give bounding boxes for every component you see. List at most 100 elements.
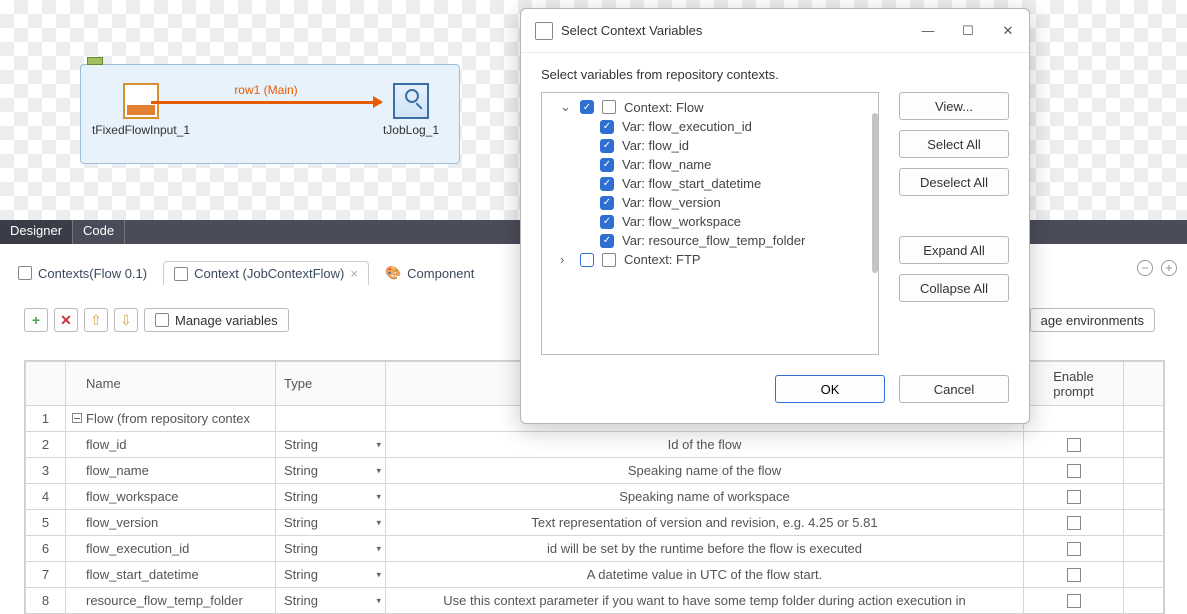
cell-name[interactable]: resource_flow_temp_folder	[66, 588, 276, 614]
cell-description[interactable]: Speaking name of the flow	[386, 458, 1024, 484]
expand-all-button[interactable]: Expand All	[899, 236, 1009, 264]
checkbox[interactable]	[1067, 464, 1081, 478]
tab-designer[interactable]: Designer	[0, 220, 73, 244]
cell-description[interactable]: Use this context parameter if you want t…	[386, 588, 1024, 614]
view-button[interactable]: View...	[899, 92, 1009, 120]
tree-var-row[interactable]: ✓Var: flow_name	[542, 155, 878, 174]
flow-node-tfixedflowinput[interactable]: tFixedFlowInput_1 row1 (Main)	[91, 83, 191, 137]
table-row[interactable]: 4flow_workspaceString▾Speaking name of w…	[26, 484, 1164, 510]
checkbox[interactable]	[1067, 568, 1081, 582]
table-row[interactable]: 7flow_start_datetimeString▾A datetime va…	[26, 562, 1164, 588]
cell-name[interactable]: flow_workspace	[66, 484, 276, 510]
cell-name[interactable]: flow_version	[66, 510, 276, 536]
move-down-button[interactable]: ⇩	[114, 308, 138, 332]
checkbox[interactable]: ✓	[600, 215, 614, 229]
checkbox[interactable]	[1067, 438, 1081, 452]
manage-variables-button[interactable]: Manage variables	[144, 308, 289, 332]
context-tree[interactable]: ⌄ ✓ Context: Flow ✓Var: flow_execution_i…	[541, 92, 879, 355]
checkbox[interactable]: ✓	[600, 139, 614, 153]
cell-name[interactable]: flow_id	[66, 432, 276, 458]
col-enable-prompt[interactable]: Enable prompt	[1024, 362, 1124, 406]
tree-var-row[interactable]: ✓Var: flow_version	[542, 193, 878, 212]
table-row[interactable]: 2flow_idString▾Id of the flow	[26, 432, 1164, 458]
dropdown-caret-icon[interactable]: ▾	[376, 439, 381, 450]
table-row[interactable]: 6flow_execution_idString▾id will be set …	[26, 536, 1164, 562]
maximize-icon[interactable]: +	[1161, 260, 1177, 276]
ok-button[interactable]: OK	[775, 375, 885, 403]
tab-contexts[interactable]: Contexts(Flow 0.1)	[8, 262, 157, 285]
close-icon[interactable]: ✕	[1001, 23, 1015, 39]
chevron-right-icon[interactable]: ›	[560, 252, 572, 267]
cell-description[interactable]: id will be set by the runtime before the…	[386, 536, 1024, 562]
checkbox[interactable]	[1067, 542, 1081, 556]
dropdown-caret-icon[interactable]: ▾	[376, 465, 381, 476]
remove-button[interactable]: ✕	[54, 308, 78, 332]
checkbox[interactable]: ✓	[600, 158, 614, 172]
cell-type[interactable]: String▾	[276, 458, 386, 484]
table-row[interactable]: 3flow_nameString▾Speaking name of the fl…	[26, 458, 1164, 484]
tree-var-row[interactable]: ✓Var: resource_flow_temp_folder	[542, 231, 878, 250]
cell-description[interactable]: Speaking name of workspace	[386, 484, 1024, 510]
select-all-button[interactable]: Select All	[899, 130, 1009, 158]
dropdown-caret-icon[interactable]: ▾	[376, 595, 381, 606]
close-icon[interactable]: ×	[350, 266, 358, 281]
flow-node-tjoblog[interactable]: tJobLog_1	[361, 83, 461, 137]
table-row[interactable]: 5flow_versionString▾Text representation …	[26, 510, 1164, 536]
cell-enable-prompt[interactable]	[1024, 458, 1124, 484]
add-button[interactable]: +	[24, 308, 48, 332]
tree-context-flow[interactable]: ⌄ ✓ Context: Flow	[542, 97, 878, 117]
maximize-icon[interactable]: ☐	[961, 23, 975, 39]
col-name[interactable]: Name	[66, 362, 276, 406]
tree-var-row[interactable]: ✓Var: flow_execution_id	[542, 117, 878, 136]
cell-type[interactable]: String▾	[276, 510, 386, 536]
cell-type[interactable]: String▾	[276, 562, 386, 588]
cell-enable-prompt[interactable]	[1024, 536, 1124, 562]
subjob-handle[interactable]	[87, 57, 103, 65]
tab-code[interactable]: Code	[73, 220, 125, 244]
cell-enable-prompt[interactable]	[1024, 510, 1124, 536]
dropdown-caret-icon[interactable]: ▾	[376, 491, 381, 502]
dropdown-caret-icon[interactable]: ▾	[376, 569, 381, 580]
checkbox[interactable]	[580, 253, 594, 267]
tree-var-row[interactable]: ✓Var: flow_start_datetime	[542, 174, 878, 193]
cell-type[interactable]: String▾	[276, 484, 386, 510]
tree-scrollbar[interactable]	[872, 113, 878, 273]
cell-type[interactable]: String▾	[276, 432, 386, 458]
cell-enable-prompt[interactable]	[1024, 484, 1124, 510]
dropdown-caret-icon[interactable]: ▾	[376, 543, 381, 554]
checkbox[interactable]	[1067, 594, 1081, 608]
tree-context-ftp[interactable]: › Context: FTP	[542, 250, 878, 269]
cell-enable-prompt[interactable]	[1024, 562, 1124, 588]
checkbox[interactable]	[1067, 490, 1081, 504]
manage-environments-button[interactable]: age environments	[1030, 308, 1155, 332]
table-row[interactable]: 8resource_flow_temp_folderString▾Use thi…	[26, 588, 1164, 614]
dropdown-caret-icon[interactable]: ▾	[376, 517, 381, 528]
checkbox[interactable]	[1067, 516, 1081, 530]
checkbox[interactable]: ✓	[600, 120, 614, 134]
cell-description[interactable]: Text representation of version and revis…	[386, 510, 1024, 536]
collapse-all-button[interactable]: Collapse All	[899, 274, 1009, 302]
checkbox[interactable]: ✓	[600, 177, 614, 191]
cell-name[interactable]: flow_execution_id	[66, 536, 276, 562]
cell-name[interactable]: flow_name	[66, 458, 276, 484]
cell-description[interactable]: Id of the flow	[386, 432, 1024, 458]
deselect-all-button[interactable]: Deselect All	[899, 168, 1009, 196]
cell-enable-prompt[interactable]	[1024, 588, 1124, 614]
tab-context-job[interactable]: Context (JobContextFlow) ×	[163, 261, 369, 285]
cell-description[interactable]: A datetime value in UTC of the flow star…	[386, 562, 1024, 588]
col-type[interactable]: Type	[276, 362, 386, 406]
chevron-down-icon[interactable]: ⌄	[560, 99, 572, 115]
cell-type[interactable]: String▾	[276, 588, 386, 614]
dialog-titlebar[interactable]: Select Context Variables — ☐ ✕	[521, 9, 1029, 53]
minimize-icon[interactable]: —	[921, 23, 935, 39]
checkbox[interactable]: ✓	[580, 100, 594, 114]
flow-link[interactable]: row1 (Main)	[151, 101, 381, 104]
cell-enable-prompt[interactable]	[1024, 432, 1124, 458]
cell-name[interactable]: Flow (from repository contex	[66, 406, 276, 432]
move-up-button[interactable]: ⇧	[84, 308, 108, 332]
checkbox[interactable]: ✓	[600, 196, 614, 210]
cell-type[interactable]	[276, 406, 386, 432]
tab-component[interactable]: 🎨 Component	[375, 261, 484, 285]
cancel-button[interactable]: Cancel	[899, 375, 1009, 403]
cell-enable-prompt[interactable]	[1024, 406, 1124, 432]
